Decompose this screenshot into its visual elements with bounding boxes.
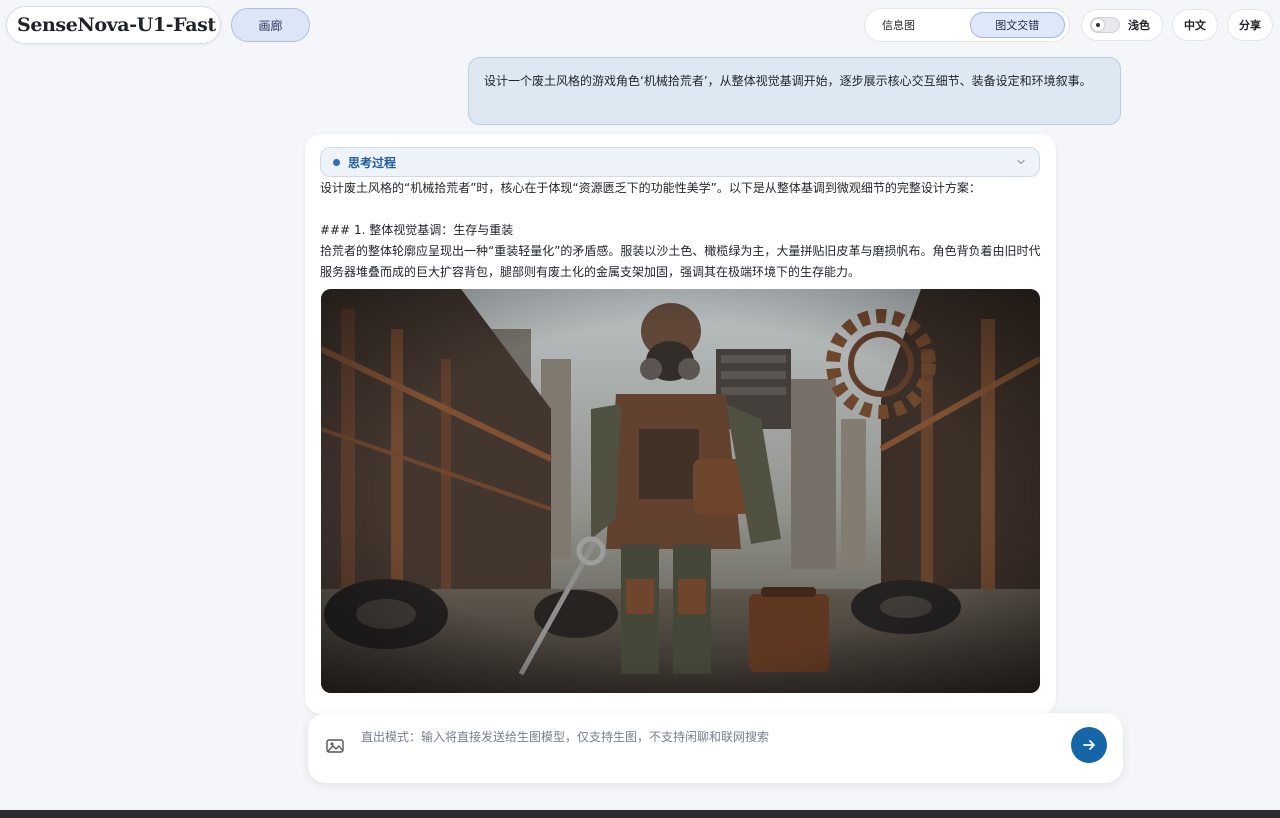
- user-message: 设计一个废土风格的游戏角色‘机械拾荒者’，从整体视觉基调开始，逐步展示核心交互细…: [468, 57, 1121, 125]
- os-taskbar: [0, 810, 1280, 818]
- theme-toggle-button[interactable]: 浅色: [1081, 9, 1163, 41]
- composer: [308, 713, 1123, 783]
- share-button[interactable]: 分享: [1227, 9, 1273, 41]
- prompt-input[interactable]: [361, 727, 1061, 747]
- assistant-message: 思考过程 设计废土风格的“机械拾荒者”时，核心在于体现“资源匮乏下的功能性美学”…: [305, 134, 1056, 714]
- model-selector[interactable]: SenseNova-U1-Fast: [6, 6, 221, 44]
- thinking-label: 思考过程: [348, 155, 397, 170]
- theme-switch[interactable]: [1090, 17, 1120, 33]
- gallery-button[interactable]: 画廊: [231, 8, 310, 42]
- mode-tab-infographic[interactable]: 信息图: [869, 12, 965, 38]
- mode-tab-interleaved[interactable]: 图文交错: [969, 12, 1065, 38]
- section-heading: ### 1. 整体视觉基调：生存与重装: [320, 223, 514, 237]
- answer-text: 设计废土风格的“机械拾荒者”时，核心在于体现“资源匮乏下的功能性美学”。以下是从…: [320, 178, 1042, 283]
- mode-switch: 信息图 图文交错: [864, 8, 1070, 42]
- answer-intro: 设计废土风格的“机械拾荒者”时，核心在于体现“资源匮乏下的功能性美学”。以下是从…: [320, 181, 981, 195]
- sun-icon: [1092, 19, 1104, 31]
- generated-image: [321, 289, 1040, 693]
- image-icon[interactable]: [325, 736, 345, 756]
- section-body: 拾荒者的整体轮廓应呈现出一种“重装轻量化”的矛盾感。服装以沙土色、橄榄绿为主，大…: [320, 244, 1041, 279]
- theme-label: 浅色: [1128, 19, 1150, 32]
- model-name: SenseNova-U1-Fast: [17, 14, 216, 36]
- language-button[interactable]: 中文: [1172, 9, 1218, 41]
- chevron-down-icon: [1017, 159, 1025, 165]
- status-dot: [333, 158, 340, 166]
- thinking-process-toggle[interactable]: 思考过程: [320, 147, 1040, 177]
- arrow-right-icon: [1083, 740, 1095, 750]
- send-button[interactable]: [1071, 727, 1107, 763]
